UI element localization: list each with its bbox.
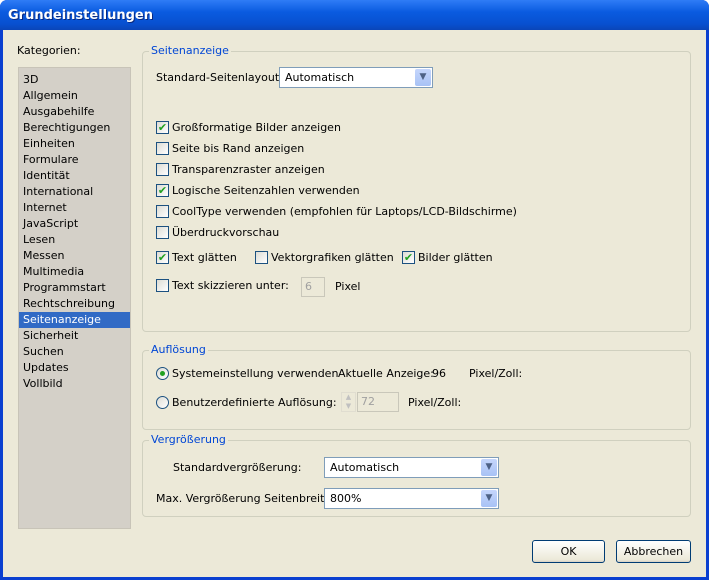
image-smooth-checkbox[interactable]: ✔	[402, 251, 415, 264]
max-zoom-value: 800%	[330, 492, 362, 505]
category-item[interactable]: Messen	[19, 248, 130, 264]
display-option-label: Seite bis Rand anzeigen	[172, 142, 305, 155]
custom-resolution-input[interactable]: 72	[357, 392, 399, 412]
dialog-body: Kategorien: 3D Allgemein Ausgabehilfe Berec…	[3, 30, 706, 577]
category-item[interactable]: Berechtigungen	[19, 120, 130, 136]
group-legend: Auflösung	[149, 343, 208, 356]
display-option-label: Überdruckvorschau	[172, 226, 280, 239]
category-item[interactable]: 3D	[19, 72, 130, 88]
text-smooth-label: Text glätten	[172, 251, 237, 264]
display-option-label: CoolType verwenden (empfohlen für Laptop…	[172, 205, 517, 218]
display-option-label: Transparenzraster anzeigen	[172, 163, 325, 176]
category-item[interactable]: Rechtschreibung	[19, 296, 130, 312]
system-resolution-label: Systemeinstellung verwenden	[172, 367, 339, 380]
standard-zoom-select[interactable]: Automatisch ▼	[324, 457, 499, 478]
category-item[interactable]: JavaScript	[19, 216, 130, 232]
category-item[interactable]: Einheiten	[19, 136, 130, 152]
ok-button[interactable]: OK	[532, 540, 605, 563]
layout-select[interactable]: Automatisch ▼	[279, 67, 433, 88]
display-option-checkbox[interactable]	[156, 205, 169, 218]
display-option-label: Logische Seitenzahlen verwenden	[172, 184, 360, 197]
categories-list[interactable]: 3D Allgemein Ausgabehilfe Berechtigungen Ein…	[18, 67, 131, 529]
group-legend: Vergrößerung	[149, 433, 228, 446]
group-legend: Seitenanzeige	[149, 44, 231, 57]
text-smooth-checkbox[interactable]: ✔	[156, 251, 169, 264]
greek-text-checkbox[interactable]	[156, 279, 169, 292]
cancel-button[interactable]: Abbrechen	[616, 540, 691, 563]
custom-resolution-label: Benutzerdefinierte Auflösung:	[172, 396, 337, 409]
system-resolution-radio[interactable]	[156, 367, 169, 380]
category-item[interactable]: Vollbild	[19, 376, 130, 392]
greek-text-label: Text skizzieren unter:	[172, 279, 289, 292]
display-option-checkbox[interactable]: ✔	[156, 184, 169, 197]
display-option-checkbox[interactable]: ✔	[156, 121, 169, 134]
image-smooth-label: Bilder glätten	[418, 251, 493, 264]
greek-text-input[interactable]: 6	[301, 277, 325, 297]
display-option-checkbox[interactable]	[156, 226, 169, 239]
vector-smooth-checkbox[interactable]	[255, 251, 268, 264]
layout-value: Automatisch	[285, 71, 355, 84]
category-item[interactable]: Ausgabehilfe	[19, 104, 130, 120]
category-item[interactable]: Programmstart	[19, 280, 130, 296]
standard-zoom-value: Automatisch	[330, 461, 400, 474]
standard-zoom-label: Standardvergrößerung:	[173, 461, 302, 474]
layout-label: Standard-Seitenlayout:	[156, 71, 283, 84]
category-item[interactable]: Identität	[19, 168, 130, 184]
vector-smooth-label: Vektorgrafiken glätten	[271, 251, 394, 264]
category-item[interactable]: Formulare	[19, 152, 130, 168]
spinner-arrows-icon[interactable]: ▲ ▼	[341, 392, 356, 412]
category-item[interactable]: International	[19, 184, 130, 200]
display-option-checkbox[interactable]	[156, 142, 169, 155]
custom-resolution-unit: Pixel/Zoll:	[408, 396, 462, 409]
category-item[interactable]: Suchen	[19, 344, 130, 360]
current-display-value: 96	[432, 367, 446, 380]
category-item[interactable]: Multimedia	[19, 264, 130, 280]
category-item[interactable]: Seitenanzeige	[19, 312, 130, 328]
max-zoom-select[interactable]: 800% ▼	[324, 488, 499, 509]
greek-unit: Pixel	[335, 280, 361, 293]
title-bar[interactable]: Grundeinstellungen	[0, 0, 709, 30]
max-zoom-label: Max. Vergrößerung Seitenbreite:	[156, 492, 335, 505]
current-display-label: Aktuelle Anzeige:	[338, 367, 434, 380]
chevron-down-icon: ▼	[481, 459, 497, 476]
group-aufloesung: Auflösung	[142, 343, 691, 430]
display-option-label: Großformatige Bilder anzeigen	[172, 121, 341, 134]
category-item[interactable]: Updates	[19, 360, 130, 376]
category-item[interactable]: Allgemein	[19, 88, 130, 104]
custom-resolution-radio[interactable]	[156, 396, 169, 409]
categories-label: Kategorien:	[17, 44, 81, 57]
category-item[interactable]: Lesen	[19, 232, 130, 248]
category-item[interactable]: Internet	[19, 200, 130, 216]
dialog-window: Grundeinstellungen Kategorien: 3D Allgeme…	[0, 0, 709, 580]
current-display-unit: Pixel/Zoll:	[469, 367, 523, 380]
chevron-down-icon: ▼	[481, 490, 497, 507]
category-item[interactable]: Sicherheit	[19, 328, 130, 344]
display-option-checkbox[interactable]	[156, 163, 169, 176]
chevron-down-icon: ▼	[415, 69, 431, 86]
